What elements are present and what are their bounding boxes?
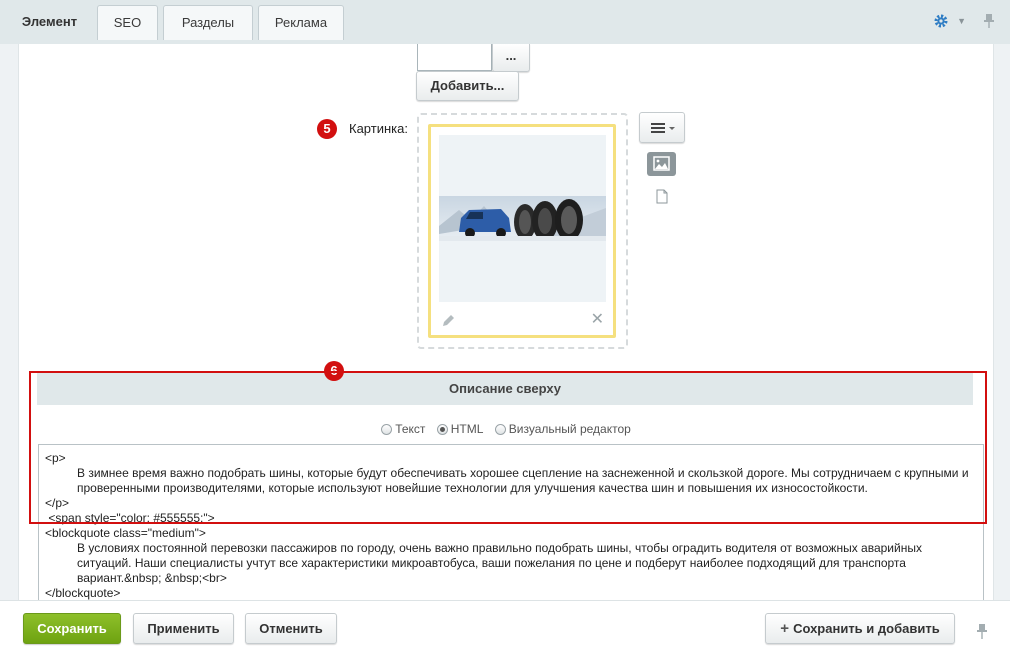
plus-icon: + xyxy=(780,620,790,637)
radio-dot[interactable] xyxy=(494,423,506,435)
radio-visual-editor-mode[interactable]: Визуальный редактор xyxy=(494,422,631,436)
code-line: <blockquote class="medium"> xyxy=(45,526,206,540)
browse-button[interactable]: ... xyxy=(492,44,530,72)
pencil-icon[interactable] xyxy=(441,313,456,328)
image-menu-button[interactable] xyxy=(639,112,685,143)
save-button[interactable]: Сохранить xyxy=(23,613,121,644)
element-form-panel: ... Добавить... 5 Картинка: ✕ Описание с… xyxy=(18,44,994,600)
image-preview: ✕ xyxy=(428,124,616,338)
save-and-add-button[interactable]: + Сохранить и добавить xyxy=(765,613,955,644)
tab-seo[interactable]: SEO xyxy=(97,5,158,40)
image-mode-icon[interactable] xyxy=(647,152,676,176)
section-title-description-top: Описание сверху xyxy=(37,373,973,405)
radio-dot[interactable] xyxy=(381,423,393,435)
image-field-label: Картинка: xyxy=(349,121,408,136)
tab-element[interactable]: Элемент xyxy=(6,4,93,44)
step-marker-5: 5 xyxy=(317,119,337,139)
close-icon[interactable]: ✕ xyxy=(591,309,604,329)
apply-button[interactable]: Применить xyxy=(133,613,234,644)
tab-advertising[interactable]: Реклама xyxy=(258,5,344,40)
file-path-input[interactable] xyxy=(417,44,492,71)
html-code-textarea[interactable]: <p> В зимнее время важно подобрать шины, … xyxy=(38,444,984,600)
radio-label: Текст xyxy=(395,422,426,436)
radio-text-mode[interactable]: Текст xyxy=(381,422,425,436)
tires-banner-image xyxy=(439,196,606,241)
add-file-button[interactable]: Добавить... xyxy=(416,71,519,101)
file-icon[interactable] xyxy=(656,189,668,204)
step-marker-6: 6 xyxy=(324,361,344,381)
image-thumbnail[interactable] xyxy=(439,135,606,302)
footer-toolbar: Сохранить Применить Отменить + Сохранить … xyxy=(0,600,1010,656)
menu-icon xyxy=(651,123,675,133)
code-line: В зимнее время важно подобрать шины, кот… xyxy=(77,466,972,495)
gear-icon[interactable] xyxy=(933,13,949,29)
cancel-button[interactable]: Отменить xyxy=(245,613,337,644)
chevron-down-icon[interactable]: ▼ xyxy=(957,16,966,26)
tab-actions: ▼ xyxy=(933,12,996,30)
pin-icon[interactable] xyxy=(982,13,996,29)
code-line: </blockquote> xyxy=(45,586,121,600)
radio-html-mode[interactable]: HTML xyxy=(436,422,484,436)
radio-label: Визуальный редактор xyxy=(508,422,631,436)
tab-bar: Элемент SEO Разделы Реклама ▼ xyxy=(0,0,1010,44)
radio-dot-checked[interactable] xyxy=(436,423,448,435)
code-line: <span style="color: #555555;"> xyxy=(45,511,215,525)
editor-mode-selector: Текст HTML Визуальный редактор xyxy=(19,422,993,438)
code-line: <p> xyxy=(45,451,66,465)
tab-sections[interactable]: Разделы xyxy=(163,5,253,40)
code-line: В условиях постоянной перевозки пассажир… xyxy=(77,541,926,585)
code-line: </p> xyxy=(45,496,70,510)
radio-label: HTML xyxy=(450,422,484,436)
save-and-add-label: Сохранить и добавить xyxy=(793,621,940,636)
pin-icon[interactable] xyxy=(976,624,988,639)
